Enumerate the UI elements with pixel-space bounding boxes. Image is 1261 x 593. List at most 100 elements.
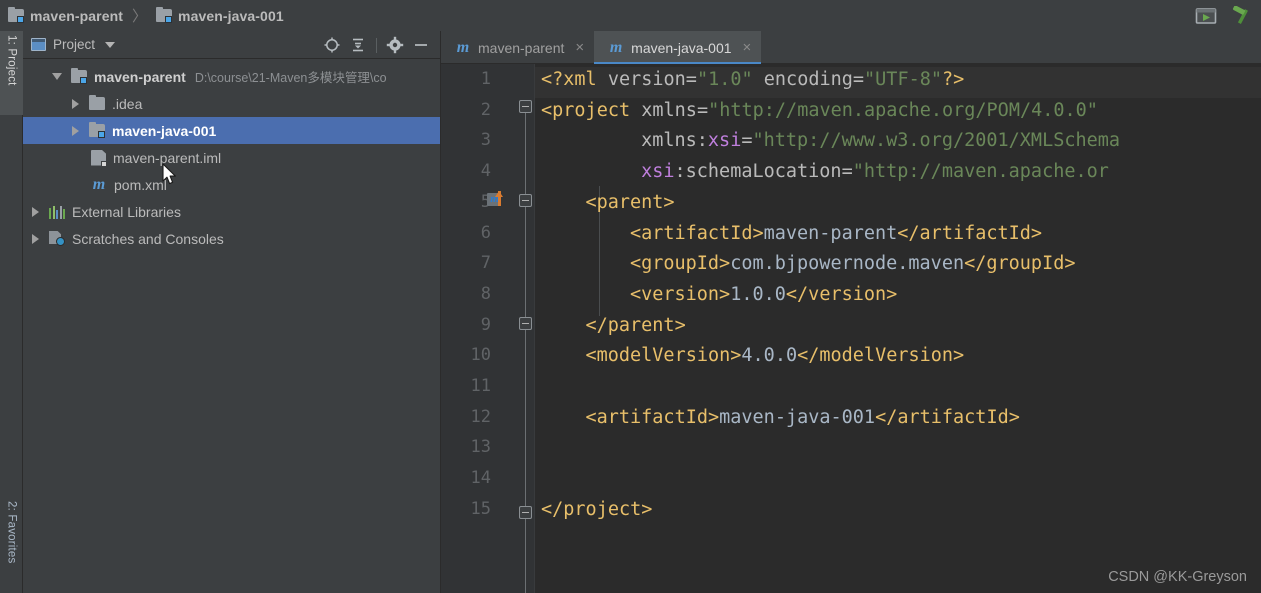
code-line: <version>1.0.0</version> xyxy=(630,284,897,305)
line-number: 11 xyxy=(470,376,491,396)
close-icon[interactable]: × xyxy=(743,40,752,55)
code-token: com.bjpowernode.maven xyxy=(730,253,965,275)
module-folder-icon xyxy=(89,121,105,138)
fold-region-line xyxy=(525,207,526,317)
line-number: 2 xyxy=(480,99,491,120)
expand-arrow-right-icon[interactable] xyxy=(67,98,83,109)
line-number: 10 xyxy=(470,345,491,366)
project-panel-selector[interactable]: Project xyxy=(31,37,116,52)
tree-row-maven-parent[interactable]: maven-parent D:\course\21-Maven多模块管理\co xyxy=(23,63,440,90)
editor-tab-label: maven-java-001 xyxy=(631,39,732,56)
fold-region-line xyxy=(525,113,526,194)
project-tool-window: Project maven-parent D:\course\21-Maven多… xyxy=(23,31,441,593)
code-token: schemaLocation xyxy=(685,161,842,183)
chevron-down-icon[interactable] xyxy=(105,41,116,48)
titlebar-actions xyxy=(1195,0,1253,31)
code-token: 4.0.0 xyxy=(741,345,798,367)
breadcrumb-bar: maven-parent 〉 maven-java-001 xyxy=(0,0,1261,31)
iml-file-icon xyxy=(91,149,107,167)
line-number: 3 xyxy=(480,130,491,151)
tree-label: Scratches and Consoles xyxy=(72,230,224,247)
tree-label: maven-parent xyxy=(94,68,186,85)
fold-marker-close[interactable] xyxy=(519,506,532,519)
line-number: 5 xyxy=(480,191,491,212)
tree-row-idea[interactable]: .idea xyxy=(23,90,440,117)
code-token: maven-parent xyxy=(763,222,898,244)
code-line: </project> xyxy=(541,499,652,520)
fold-marker-close[interactable] xyxy=(519,317,532,330)
breadcrumb-item-maven-java-001[interactable]: maven-java-001 xyxy=(156,6,284,24)
editor-area: m maven-parent × m maven-java-001 × 1234… xyxy=(441,31,1261,593)
code-line: </parent> xyxy=(585,315,685,336)
code-editor[interactable]: 1 2 3 4 5 6 7 8 9 10 11 12 13 14 15 m <?xml versi xyxy=(441,64,1261,593)
run-window-icon[interactable] xyxy=(1195,7,1217,25)
tree-label: maven-java-001 xyxy=(112,122,217,139)
code-token: <artifactId> xyxy=(629,222,764,244)
code-line: <groupId>com.bjpowernode.maven</groupId> xyxy=(630,253,1076,274)
hide-minimize-icon[interactable] xyxy=(408,32,434,58)
line-number: 14 xyxy=(470,468,491,489)
locate-crosshair-icon[interactable] xyxy=(319,32,345,58)
line-number: 12 xyxy=(470,406,491,427)
expand-arrow-right-icon[interactable] xyxy=(27,206,43,217)
code-token: </artifactId> xyxy=(875,406,1020,428)
breadcrumb-label: maven-parent xyxy=(30,7,124,24)
fold-region-line xyxy=(525,519,526,593)
project-panel-header: Project xyxy=(23,31,440,59)
settings-gear-icon[interactable] xyxy=(382,32,408,58)
code-token: </artifactId> xyxy=(897,222,1043,244)
expand-arrow-right-icon[interactable] xyxy=(67,125,83,136)
tool-window-button-favorites[interactable]: 2: Favorites xyxy=(0,497,23,589)
code-token: </modelVersion> xyxy=(797,345,965,367)
tree-row-pom-xml[interactable]: m pom.xml xyxy=(23,171,440,198)
editor-tab-maven-parent[interactable]: m maven-parent × xyxy=(441,31,594,64)
code-token: <parent> xyxy=(585,191,675,213)
fold-marker-open[interactable] xyxy=(519,100,532,118)
tree-row-maven-java-001[interactable]: maven-java-001 xyxy=(23,117,440,144)
tree-label: pom.xml xyxy=(114,176,167,193)
breadcrumb-label: maven-java-001 xyxy=(178,7,284,24)
tree-row-scratches-and-consoles[interactable]: Scratches and Consoles xyxy=(23,225,440,252)
breadcrumb-item-maven-parent[interactable]: maven-parent xyxy=(8,6,124,24)
fold-region-line xyxy=(525,330,526,506)
folder-icon xyxy=(89,94,105,111)
tree-row-maven-parent-iml[interactable]: maven-parent.iml xyxy=(23,144,440,171)
project-panel-title: Project xyxy=(53,37,96,52)
code-token: </groupId> xyxy=(964,253,1076,275)
build-hammer-icon[interactable] xyxy=(1231,5,1253,26)
code-token: <artifactId> xyxy=(585,406,720,428)
tree-module-path: D:\course\21-Maven多模块管理\co xyxy=(194,71,387,85)
close-icon[interactable]: × xyxy=(575,40,584,55)
code-token: = xyxy=(841,161,853,183)
line-number: 1 xyxy=(480,69,491,89)
code-token: 1.0.0 xyxy=(730,283,786,305)
editor-tab-label: maven-parent xyxy=(478,39,565,56)
maven-reimport-icon[interactable]: m xyxy=(487,191,504,208)
editor-tab-bar: m maven-parent × m maven-java-001 × xyxy=(441,31,1261,64)
tree-label: External Libraries xyxy=(72,203,181,220)
code-line: xsi:schemaLocation="http://maven.apache.… xyxy=(641,161,1109,182)
editor-tab-maven-java-001[interactable]: m maven-java-001 × xyxy=(594,31,762,64)
fold-marker-open[interactable] xyxy=(519,194,532,212)
code-token: <?xml xyxy=(541,69,608,90)
code-line: xmlns:xsi="http://www.w3.org/2001/XMLSch… xyxy=(641,130,1120,151)
expand-arrow-right-icon[interactable] xyxy=(27,233,43,244)
code-token: encoding xyxy=(763,69,853,90)
expand-arrow-down-icon[interactable] xyxy=(49,73,65,80)
tree-row-external-libraries[interactable]: External Libraries xyxy=(23,198,440,225)
code-token: xmlns xyxy=(641,99,697,121)
line-number: 4 xyxy=(480,161,491,182)
code-token: </parent> xyxy=(585,314,686,336)
code-token: <version> xyxy=(629,283,731,305)
collapse-all-icon[interactable] xyxy=(345,32,371,58)
maven-pom-icon: m xyxy=(456,38,470,56)
project-window-icon xyxy=(31,38,46,51)
tool-window-button-project[interactable]: 1: Project xyxy=(0,31,23,115)
tool-window-label: 2: Favorites xyxy=(5,501,18,564)
code-token: = xyxy=(696,99,709,121)
code-token: : xyxy=(696,130,708,152)
code-token: : xyxy=(674,161,686,183)
code-token: </project> xyxy=(541,498,653,520)
line-number: 9 xyxy=(480,314,491,335)
